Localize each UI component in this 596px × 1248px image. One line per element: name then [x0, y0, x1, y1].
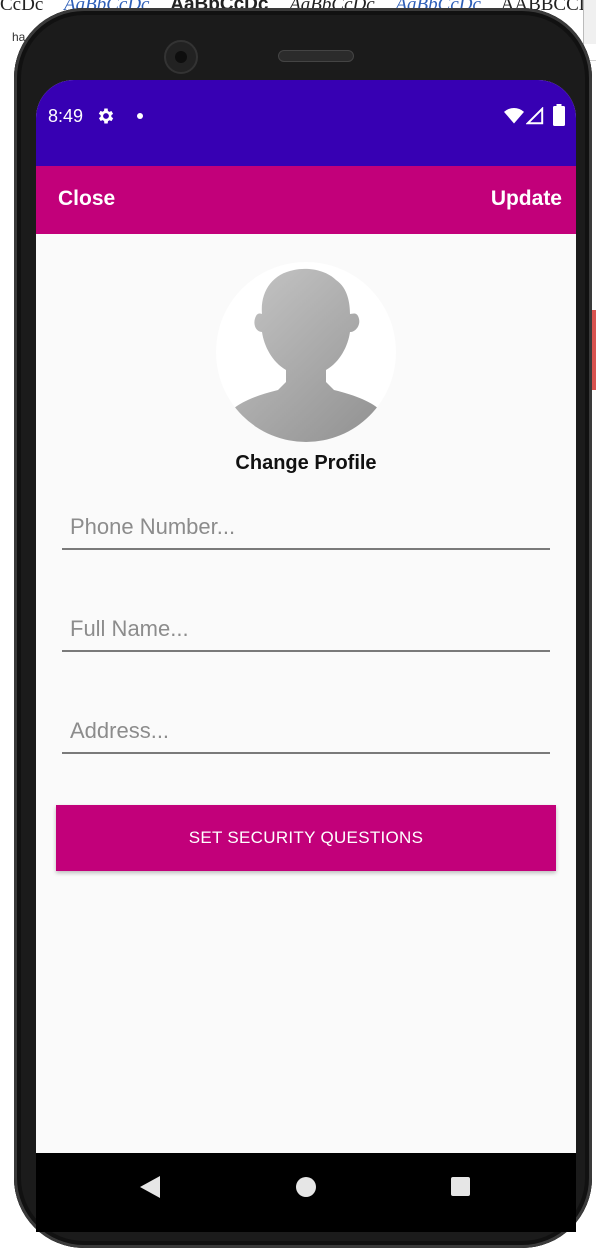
gear-icon: [98, 108, 114, 124]
update-button[interactable]: Update: [491, 187, 562, 211]
recent-square-icon[interactable]: [451, 1177, 470, 1196]
change-profile-label[interactable]: Change Profile: [36, 452, 576, 475]
status-bar: 8:49: [36, 80, 576, 166]
status-time: 8:49: [48, 106, 84, 126]
earpiece-speaker: [278, 50, 354, 62]
notification-dot-icon: [137, 113, 143, 119]
address-input[interactable]: [62, 710, 550, 754]
back-triangle-icon[interactable]: [140, 1176, 160, 1198]
background-scrollbar: [583, 0, 596, 44]
wifi-icon: [504, 108, 524, 124]
set-security-questions-button[interactable]: SET SECURITY QUESTIONS: [56, 805, 556, 871]
person-silhouette-icon: [216, 268, 396, 442]
phone-number-input[interactable]: [62, 506, 550, 550]
phone-screen: 8:49 Close Update Change Profile Phone N…: [36, 80, 576, 1232]
style-prefix: CcDc: [0, 0, 44, 15]
home-circle-icon[interactable]: [296, 1177, 316, 1197]
app-bar: Close Update: [36, 166, 576, 234]
front-camera: [164, 40, 198, 74]
close-button[interactable]: Close: [58, 187, 115, 211]
profile-avatar[interactable]: [216, 262, 396, 442]
battery-icon: [553, 104, 565, 126]
full-name-input[interactable]: [62, 608, 550, 652]
navigation-bar: [36, 1153, 576, 1232]
signal-icon: [526, 107, 544, 125]
